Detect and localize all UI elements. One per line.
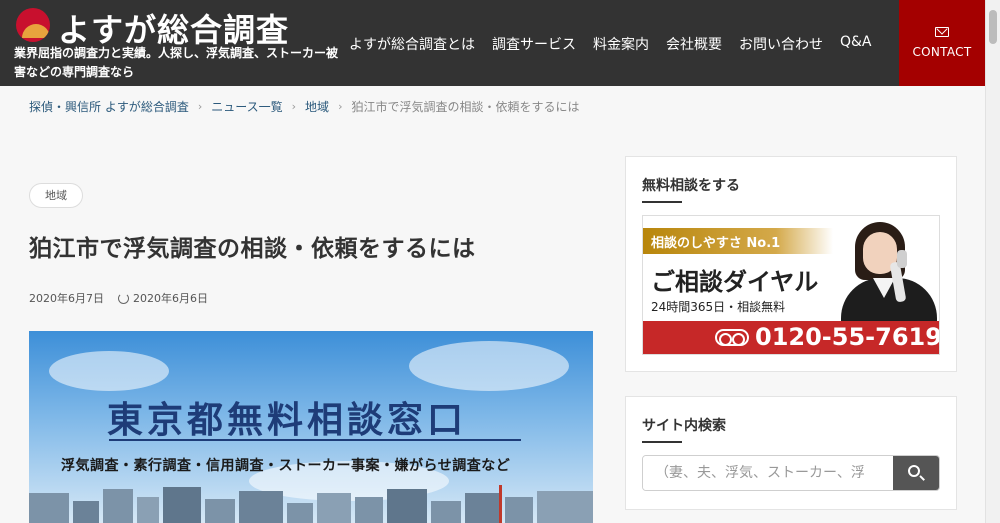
nav-item-faq[interactable]: Q&A <box>840 34 872 54</box>
hero-image: 東京都無料相談窓口 浮気調査・素行調査・信用調査・ストーカー事案・嫌がらせ調査な… <box>29 331 593 523</box>
banner-subtitle: 24時間365日・相談無料 <box>651 300 786 314</box>
breadcrumb-home[interactable]: 探偵・興信所 よすが総合調査 <box>29 98 189 115</box>
consult-widget: 無料相談をする 相談のしやすさ No.1 ご相談ダイヤル 24時間365日・相談… <box>625 156 957 372</box>
search-input[interactable] <box>643 456 894 490</box>
freedial-icon <box>715 329 749 346</box>
logo-icon[interactable] <box>16 8 50 42</box>
breadcrumb-news[interactable]: ニュース一覧 <box>211 98 282 115</box>
hero-subtitle: 浮気調査・素行調査・信用調査・ストーカー事案・嫌がらせ調査など <box>61 458 511 474</box>
global-nav: よすが総合調査とは 調査サービス 料金案内 会社概要 お問い合わせ Q&A <box>349 34 889 54</box>
mail-icon <box>935 27 949 37</box>
nav-item-services[interactable]: 調査サービス <box>492 34 576 54</box>
nav-item-about[interactable]: よすが総合調査とは <box>349 34 475 54</box>
hero-title: 東京都無料相談窓口 <box>107 400 468 441</box>
site-header: よすが総合調査 業界屈指の調査力と実績。人探し、浮気調査、ストーカー被害などの専… <box>0 0 985 86</box>
site-tagline: 業界屈指の調査力と実績。人探し、浮気調査、ストーカー被害などの専門調査なら <box>14 46 339 79</box>
phone-bar: 0120-55-7619 <box>643 321 939 354</box>
consult-widget-title: 無料相談をする <box>642 178 740 194</box>
category-tag[interactable]: 地域 <box>29 183 83 208</box>
phone-number[interactable]: 0120-55-7619 <box>755 323 939 351</box>
post-meta: 2020年6月7日 2020年6月6日 <box>29 290 208 306</box>
breadcrumb-current: 狛江市で浮気調査の相談・依頼をするには <box>351 100 580 114</box>
search-widget: サイト内検索 <box>625 396 957 510</box>
search-button[interactable] <box>893 456 939 490</box>
chevron-right-icon: › <box>291 100 297 113</box>
skyline-illustration <box>29 485 593 523</box>
chevron-right-icon: › <box>338 100 343 113</box>
chevron-right-icon: › <box>197 100 203 113</box>
refresh-icon <box>118 292 129 304</box>
nav-item-inquiry[interactable]: お問い合わせ <box>739 34 823 54</box>
breadcrumb: 探偵・興信所 よすが総合調査 › ニュース一覧 › 地域 › 狛江市で浮気調査の… <box>29 98 579 115</box>
widget-title-underline <box>642 441 682 443</box>
site-search <box>642 455 940 491</box>
updated-date: 2020年6月6日 <box>133 292 208 305</box>
nav-item-pricing[interactable]: 料金案内 <box>593 34 649 54</box>
widget-title-underline <box>642 201 682 203</box>
operator-illustration <box>833 216 939 328</box>
breadcrumb-region[interactable]: 地域 <box>305 98 329 115</box>
consult-dial-banner[interactable]: 相談のしやすさ No.1 ご相談ダイヤル 24時間365日・相談無料 0120-… <box>642 215 940 355</box>
nav-item-company[interactable]: 会社概要 <box>666 34 722 54</box>
banner-title: ご相談ダイヤル <box>651 268 819 296</box>
hero-divider <box>109 439 521 441</box>
scrollbar-thumb[interactable] <box>989 10 997 44</box>
page-scrollbar[interactable] <box>985 0 1000 523</box>
contact-button[interactable]: CONTACT <box>899 0 985 86</box>
page-title: 狛江市で浮気調査の相談・依頼をするには <box>29 236 476 262</box>
search-widget-title: サイト内検索 <box>642 418 726 434</box>
banner-ribbon-text: 相談のしやすさ No.1 <box>651 236 781 251</box>
search-icon <box>908 465 920 477</box>
published-date: 2020年6月7日 <box>29 292 104 305</box>
contact-button-label: CONTACT <box>912 45 972 59</box>
